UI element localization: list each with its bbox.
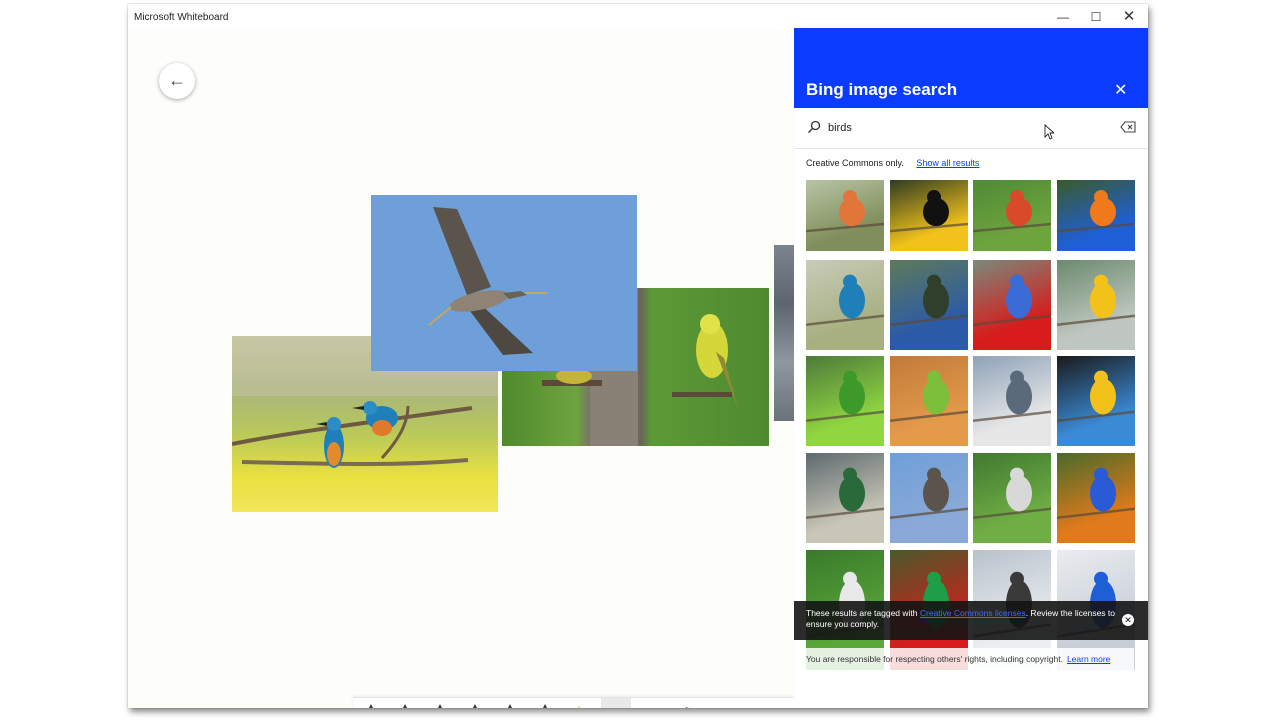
notice-text: You are responsible for respecting other… xyxy=(806,654,1110,664)
eraser-icon[interactable] xyxy=(607,704,623,708)
result-thumbnail-art xyxy=(806,370,884,423)
license-toast: These results are tagged with Creative C… xyxy=(794,601,1148,640)
title-bar: Microsoft Whiteboard — ☐ ✕ xyxy=(128,4,1148,30)
pen-icon[interactable] xyxy=(502,704,518,708)
learn-more-link[interactable]: Learn more xyxy=(1067,654,1110,664)
pen-icon[interactable] xyxy=(467,704,483,708)
minimize-button[interactable]: — xyxy=(1046,4,1080,30)
result-thumbnail-art xyxy=(890,274,968,327)
result-thumbnail-art xyxy=(890,190,968,233)
search-bar xyxy=(794,108,1148,149)
highlighter-pen-icon[interactable] xyxy=(571,704,587,708)
pen-icon[interactable] xyxy=(397,704,413,708)
heron-illustration xyxy=(428,207,547,355)
result-thumbnail-art xyxy=(1057,190,1135,233)
close-window-button[interactable]: ✕ xyxy=(1112,4,1146,30)
ink-toolbar: A xyxy=(353,697,794,708)
pen-icon[interactable] xyxy=(363,704,379,708)
result-thumbnail-art xyxy=(806,190,884,233)
result-thumbnail-art xyxy=(806,274,884,327)
note-icon[interactable] xyxy=(745,706,769,708)
ruler-icon[interactable] xyxy=(640,706,664,708)
result-thumbnail-art xyxy=(890,370,968,423)
creative-commons-label: Creative Commons only. xyxy=(806,158,904,168)
panel-title: Bing image search xyxy=(806,80,958,99)
result-thumbnail-art xyxy=(973,274,1051,327)
back-button[interactable]: ← xyxy=(159,63,195,99)
result-thumbnail-art xyxy=(973,190,1051,233)
result-thumbnail-art xyxy=(973,467,1051,520)
notice-message: You are responsible for respecting other… xyxy=(806,654,1063,664)
result-thumbnail-art xyxy=(806,467,884,520)
whiteboard-canvas[interactable]: ← xyxy=(128,30,794,708)
creative-commons-licenses-link[interactable]: Creative Commons licenses xyxy=(920,608,1026,618)
arrow-left-icon: ← xyxy=(168,70,186,90)
result-image-orange-parakeet[interactable] xyxy=(890,356,968,446)
result-thumbnail-art xyxy=(1057,370,1135,423)
mouse-cursor-icon xyxy=(1044,124,1054,140)
show-all-results-link[interactable]: Show all results xyxy=(916,158,979,168)
result-image-green-lovebirds[interactable] xyxy=(806,356,884,446)
result-image-kingfisher[interactable] xyxy=(806,260,884,350)
app-title: Microsoft Whiteboard xyxy=(134,12,229,23)
lasso-icon[interactable] xyxy=(675,706,699,708)
panel-close-button[interactable]: ✕ xyxy=(1114,80,1127,100)
copyright-notice: You are responsible for respecting other… xyxy=(794,648,1148,674)
result-image-blue-jay[interactable] xyxy=(890,260,968,350)
result-image-heron-flying[interactable] xyxy=(890,453,968,543)
result-image-bird-on-twig[interactable] xyxy=(973,453,1051,543)
canvas-image-partial[interactable] xyxy=(774,245,794,421)
panel-header: Bing image search ✕ xyxy=(794,28,1148,108)
clear-search-icon[interactable] xyxy=(1120,121,1136,133)
result-image-scarlet-macaws[interactable] xyxy=(973,260,1051,350)
result-image-crowned-crane[interactable] xyxy=(1057,260,1135,350)
text-icon[interactable]: A xyxy=(710,706,734,708)
result-image-lorikeet-perched[interactable] xyxy=(1057,453,1135,543)
toast-close-button[interactable]: ✕ xyxy=(1122,614,1134,626)
result-image-macaw-face[interactable] xyxy=(1057,356,1135,446)
toast-message: These results are tagged with Creative C… xyxy=(806,608,1116,630)
maximize-button[interactable]: ☐ xyxy=(1079,4,1113,30)
result-thumbnail-art xyxy=(1057,467,1135,520)
result-image-rainbow-lorikeet[interactable] xyxy=(1057,180,1135,251)
search-icon xyxy=(808,120,821,133)
search-input[interactable] xyxy=(828,119,1058,137)
toast-text-start: These results are tagged with xyxy=(806,608,920,618)
pen-icon[interactable] xyxy=(537,704,553,708)
canvas-image-heron[interactable] xyxy=(371,195,637,371)
bing-image-search-panel: Bing image search ✕ Creative Commons onl… xyxy=(794,28,1148,708)
whiteboard-window: Microsoft Whiteboard — ☐ ✕ ← Bing image … xyxy=(128,4,1148,708)
result-thumbnail-art xyxy=(890,467,968,520)
result-image-pelican[interactable] xyxy=(973,356,1051,446)
result-thumbnail-art xyxy=(1057,274,1135,327)
result-thumbnail-art xyxy=(973,370,1051,423)
result-image-mallard-duck[interactable] xyxy=(806,453,884,543)
image-icon[interactable] xyxy=(777,706,795,708)
license-filter-row: Creative Commons only. Show all results xyxy=(806,158,979,168)
pen-icon[interactable] xyxy=(432,704,448,708)
result-image-robin[interactable] xyxy=(806,180,884,251)
result-image-bird-beak-closeup[interactable] xyxy=(973,180,1051,251)
result-image-toucan[interactable] xyxy=(890,180,968,251)
